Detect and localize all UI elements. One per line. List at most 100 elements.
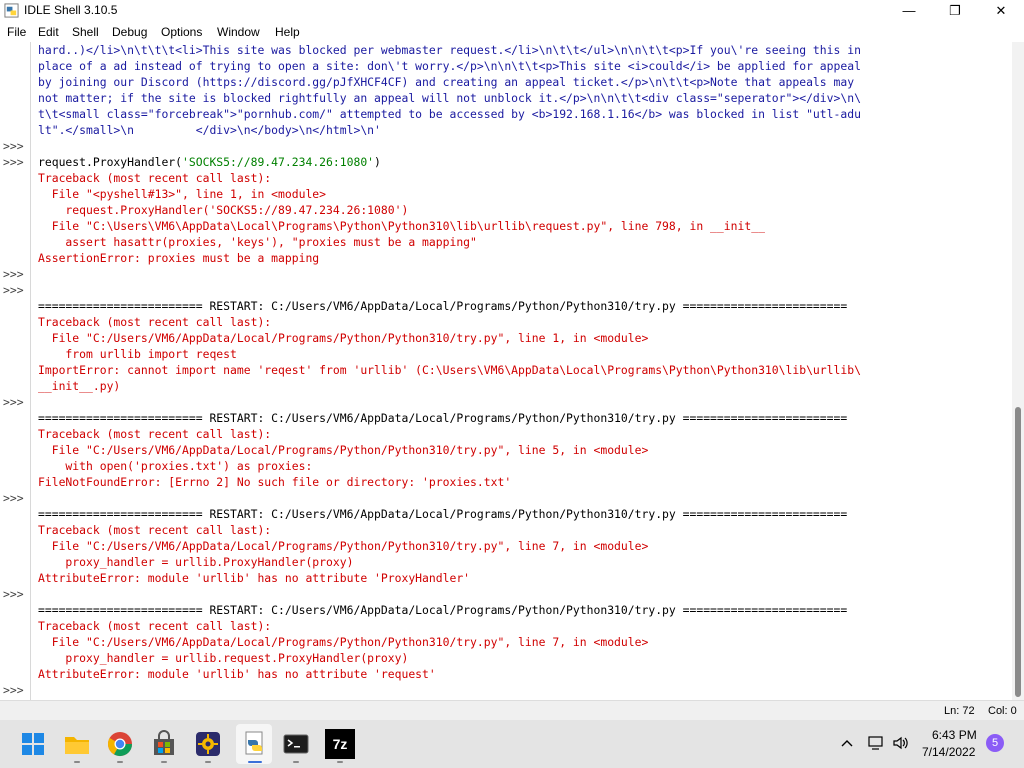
file-explorer-icon[interactable] — [61, 728, 93, 760]
shell-output-line: proxy_handler = urllib.ProxyHandler(prox… — [38, 554, 353, 570]
shell-output-line: Traceback (most recent call last): — [38, 426, 271, 442]
shell-text-segment: assert hasattr(proxies, 'keys'), "proxie… — [38, 235, 477, 249]
shell-output-line: request.ProxyHandler('SOCKS5://89.47.234… — [38, 154, 381, 170]
menu-edit[interactable]: Edit — [38, 25, 59, 39]
menu-bar: File Edit Shell Debug Options Window Hel… — [0, 22, 1024, 42]
shell-text-segment: request.ProxyHandler( — [38, 155, 183, 169]
shell-output-line: File "C:/Users/VM6/AppData/Local/Program… — [38, 330, 649, 346]
microsoft-store-icon[interactable] — [148, 728, 180, 760]
menu-debug[interactable]: Debug — [112, 25, 147, 39]
shell-output-line: File "C:\Users\VM6\AppData\Local\Program… — [38, 218, 765, 234]
string-literal: 'SOCKS5://89.47.234.26:1080' — [182, 155, 375, 169]
shell-text-segment: File "<pyshell#13>", line 1, in <module> — [38, 187, 327, 201]
vertical-scrollbar[interactable] — [1012, 42, 1024, 700]
python-idle-icon — [4, 3, 19, 18]
shell-text-segment: proxy_handler = urllib.request.ProxyHand… — [38, 651, 409, 665]
shell-prompt: >>> — [3, 267, 24, 281]
shell-output-line: Traceback (most recent call last): — [38, 170, 271, 186]
shell-output-line: ImportError: cannot import name 'reqest'… — [38, 362, 861, 378]
shell-text-segment: ======================== RESTART: C:/Use… — [38, 299, 848, 313]
line-number: Ln: 72 — [944, 705, 975, 717]
shell-output-line: ======================== RESTART: C:/Use… — [38, 298, 847, 314]
terminal-icon[interactable] — [280, 728, 312, 760]
column-number: Col: 0 — [988, 705, 1017, 717]
menu-window[interactable]: Window — [217, 25, 260, 39]
shell-text-segment: from urllib import reqest — [38, 347, 237, 361]
shell-output-line: by joining our Discord (https://discord.… — [38, 74, 854, 90]
shell-text-segment: Traceback (most recent call last): — [38, 171, 272, 185]
running-indicator — [337, 761, 343, 763]
clock-date[interactable]: 7/14/2022 — [922, 745, 975, 759]
menu-help[interactable]: Help — [275, 25, 300, 39]
shell-text-segment: proxy_handler = urllib.ProxyHandler(prox… — [38, 555, 354, 569]
menu-options[interactable]: Options — [161, 25, 202, 39]
chevron-up-icon[interactable] — [840, 737, 854, 751]
shell-text-segment: File "C:/Users/VM6/AppData/Local/Program… — [38, 443, 649, 457]
shell-prompt: >>> — [3, 139, 24, 153]
shell-output-line: assert hasattr(proxies, 'keys'), "proxie… — [38, 234, 477, 250]
menu-shell[interactable]: Shell — [72, 25, 99, 39]
shell-output-line: ======================== RESTART: C:/Use… — [38, 602, 847, 618]
shell-text-segment: Traceback (most recent call last): — [38, 523, 272, 537]
shell-output-line: lt".</small>\n </div>\n</body>\n</html>\… — [38, 122, 381, 138]
notification-badge[interactable]: 5 — [986, 734, 1004, 752]
shell-output-line: AttributeError: module 'urllib' has no a… — [38, 570, 470, 586]
7zip-icon[interactable]: 7z — [325, 729, 355, 759]
running-indicator — [74, 761, 80, 763]
shell-output-line: AttributeError: module 'urllib' has no a… — [38, 666, 436, 682]
shell-prompt: >>> — [3, 283, 24, 297]
chrome-icon[interactable] — [104, 728, 136, 760]
shell-output-area[interactable]: hard..)</li>\n\t\t\t<li>This site was bl… — [0, 42, 1024, 700]
shell-text-segment: request.ProxyHandler('SOCKS5://89.47.234… — [38, 203, 409, 217]
shell-text-segment: with open('proxies.txt') as proxies: — [38, 459, 313, 473]
shell-output-line: proxy_handler = urllib.request.ProxyHand… — [38, 650, 408, 666]
shell-text-segment: hard..)</li>\n\t\t\t<li>This site was bl… — [38, 43, 861, 57]
shell-prompt: >>> — [3, 491, 24, 505]
network-icon[interactable] — [867, 735, 885, 751]
shell-output-line: FileNotFoundError: [Errno 2] No such fil… — [38, 474, 511, 490]
shell-text-segment: ImportError: cannot import name 'reqest'… — [38, 363, 861, 377]
scrollbar-thumb[interactable] — [1015, 407, 1021, 697]
7zip-icon-label: 7z — [332, 736, 348, 752]
shell-text-segment: AssertionError: proxies must be a mappin… — [38, 251, 320, 265]
shell-prompt: >>> — [3, 155, 24, 169]
taskbar: 7z 6:43 PM 7/14/2022 5 — [0, 720, 1024, 768]
status-bar: Ln: 72 Col: 0 — [0, 700, 1024, 721]
shell-text-segment: place of a ad instead of trying to open … — [38, 59, 861, 73]
running-indicator — [293, 761, 299, 763]
shell-text-segment: ======================== RESTART: C:/Use… — [38, 507, 848, 521]
close-button[interactable]: ✕ — [978, 0, 1024, 22]
shell-output-line: Traceback (most recent call last): — [38, 314, 271, 330]
python-idle-icon[interactable] — [238, 728, 270, 760]
menu-file[interactable]: File — [7, 25, 26, 39]
shell-output-line: t\t<small class="forcebreak">"pornhub.co… — [38, 106, 861, 122]
shell-output-line: File "C:/Users/VM6/AppData/Local/Program… — [38, 538, 649, 554]
shell-text-segment: Traceback (most recent call last): — [38, 427, 272, 441]
running-indicator — [205, 761, 211, 763]
shell-text-segment: AttributeError: module 'urllib' has no a… — [38, 667, 436, 681]
window-title: IDLE Shell 3.10.5 — [24, 3, 118, 17]
volume-icon[interactable] — [892, 735, 910, 751]
shell-text-segment: AttributeError: module 'urllib' has no a… — [38, 571, 471, 585]
maximize-button[interactable]: ❐ — [932, 0, 978, 22]
clock-time[interactable]: 6:43 PM — [932, 728, 977, 742]
shell-output-line: ======================== RESTART: C:/Use… — [38, 410, 847, 426]
shell-output-line: Traceback (most recent call last): — [38, 522, 271, 538]
shell-text-segment: File "C:\Users\VM6\AppData\Local\Program… — [38, 219, 765, 233]
shell-text-segment: ) — [374, 155, 381, 169]
shell-text-segment: File "C:/Users/VM6/AppData/Local/Program… — [38, 635, 649, 649]
settings-icon[interactable] — [192, 728, 224, 760]
shell-output-line: __init__.py) — [38, 378, 120, 394]
shell-output-line: from urllib import reqest — [38, 346, 237, 362]
active-indicator — [248, 761, 262, 763]
shell-text-segment: lt".</small>\n </div>\n</body>\n</html>\… — [38, 123, 381, 137]
shell-output-line: File "C:/Users/VM6/AppData/Local/Program… — [38, 634, 649, 650]
shell-prompt: >>> — [3, 587, 24, 601]
shell-text-segment: not matter; if the site is blocked right… — [38, 91, 861, 105]
shell-text-segment: File "C:/Users/VM6/AppData/Local/Program… — [38, 331, 649, 345]
title-bar: IDLE Shell 3.10.5 — ❐ ✕ — [0, 0, 1024, 22]
minimize-button[interactable]: — — [886, 0, 932, 22]
windows-start-icon[interactable] — [17, 728, 49, 760]
shell-output-line: hard..)</li>\n\t\t\t<li>This site was bl… — [38, 42, 861, 58]
shell-output-line: AssertionError: proxies must be a mappin… — [38, 250, 319, 266]
